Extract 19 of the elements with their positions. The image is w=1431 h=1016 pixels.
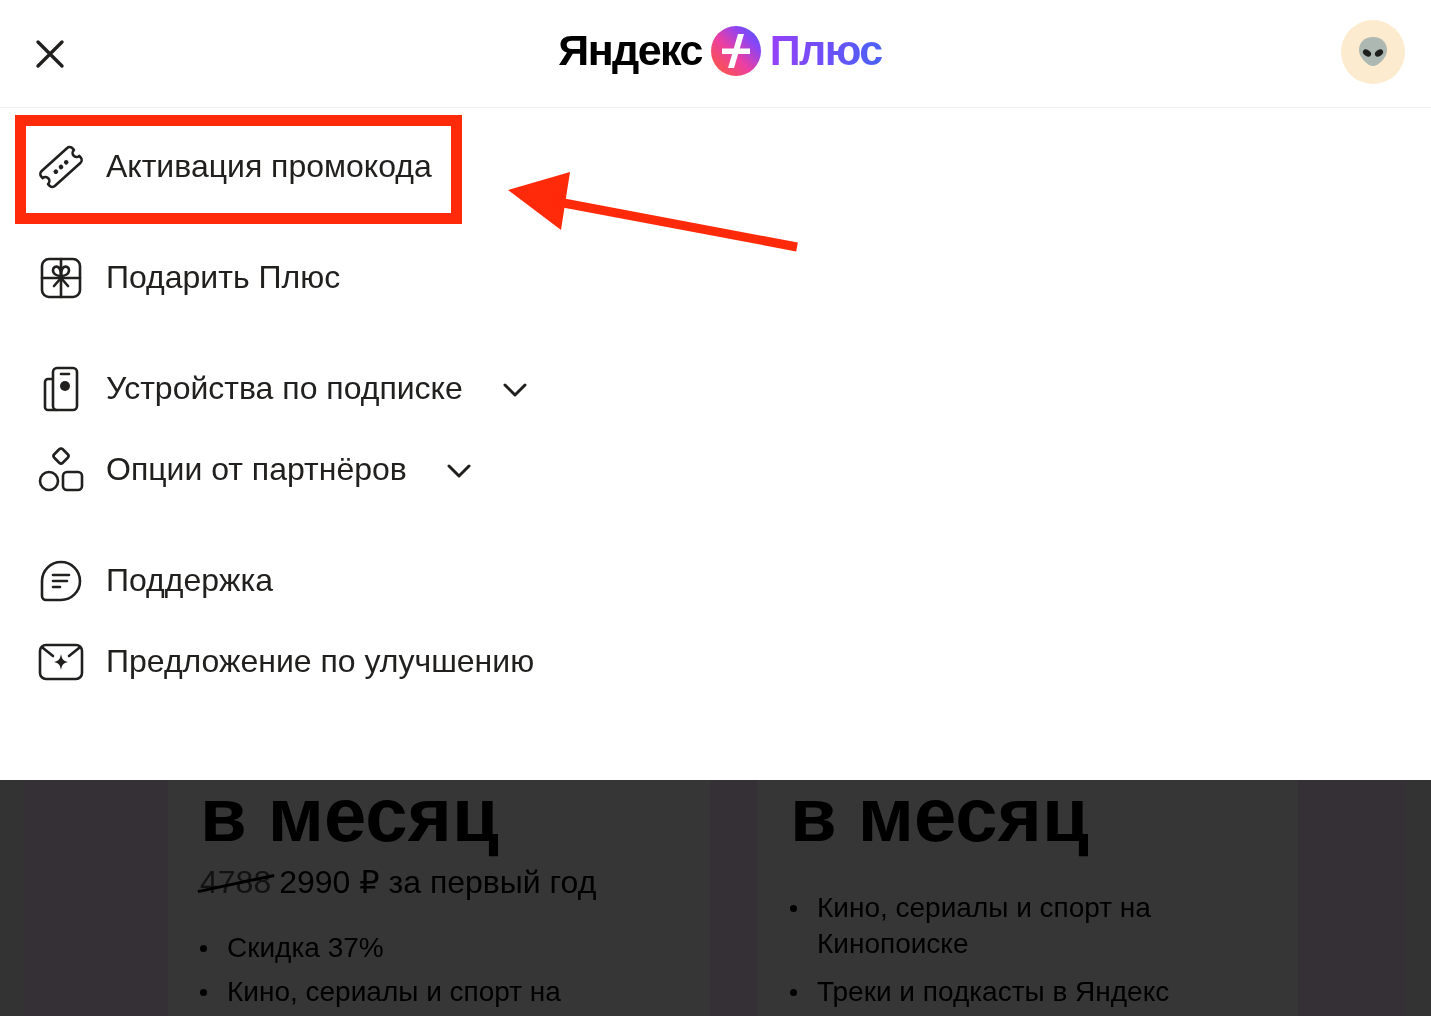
menu-item[interactable]: Предложение по улучшению — [37, 621, 535, 702]
shapes-icon — [38, 446, 84, 493]
envelope-icon — [38, 642, 84, 681]
devices-icon — [43, 365, 79, 412]
bullet-icon — [200, 989, 207, 996]
gift-icon — [40, 256, 82, 299]
bullet-icon — [790, 905, 797, 912]
menu-item[interactable]: Подарить Плюс — [37, 237, 341, 318]
bullet-icon — [200, 945, 207, 952]
menu-item[interactable]: Опции от партнёров — [37, 429, 471, 510]
menu-item[interactable]: Поддержка — [37, 540, 273, 621]
menu-item[interactable]: Активация промокода — [37, 126, 432, 207]
close-icon[interactable] — [35, 38, 65, 69]
plus-circle-icon — [710, 25, 761, 76]
chat-icon — [40, 559, 82, 602]
menu-item[interactable]: Устройства по подписке — [37, 348, 527, 429]
logo-text: Яндекс — [558, 26, 702, 75]
bullet-icon — [790, 989, 797, 996]
alien-icon — [1357, 35, 1389, 68]
